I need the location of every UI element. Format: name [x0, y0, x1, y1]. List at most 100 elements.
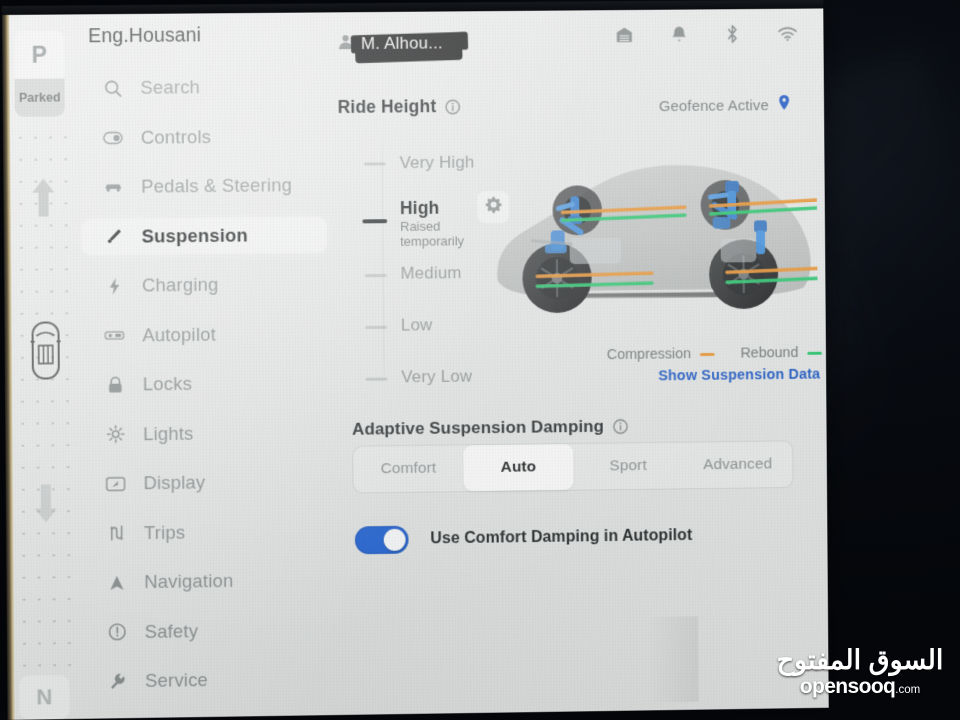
option-tick	[363, 162, 386, 166]
option-label: Low	[400, 315, 433, 335]
bluetooth-icon[interactable]	[725, 24, 740, 49]
damping-mode-advanced[interactable]: Advanced	[683, 441, 793, 488]
show-suspension-data-link[interactable]: Show Suspension Data	[658, 367, 820, 385]
ride-height-options: Very High High Raised temporarily Medium	[350, 136, 479, 386]
vehicle-touchscreen: P Parked N Eng.Housani Search Controls P…	[2, 0, 829, 720]
arrow-up-icon	[29, 176, 57, 218]
sidebar-item-display[interactable]: Display	[84, 463, 329, 502]
bolt-icon	[104, 276, 124, 296]
gear-state-label: Parked	[14, 78, 65, 117]
damping-header: Adaptive Suspension Damping	[352, 417, 629, 440]
sidebar-item-suspension[interactable]: Suspension	[81, 216, 327, 255]
sidebar-item-safety[interactable]: Safety	[85, 611, 330, 650]
sidebar-item-label: Locks	[142, 372, 193, 395]
sidebar-item-label: Pedals & Steering	[141, 174, 293, 197]
wifi-icon[interactable]	[777, 26, 798, 47]
option-sub-line1: Raised	[400, 218, 441, 234]
sidebar-item-label: Service	[145, 669, 209, 691]
sidebar-item-locks[interactable]: Locks	[83, 364, 328, 403]
sidebar-item-trips[interactable]: Trips	[84, 512, 329, 551]
info-icon[interactable]	[445, 98, 461, 114]
lock-icon	[105, 375, 125, 395]
comfort-damping-label: Use Comfort Damping in Autopilot	[430, 527, 693, 548]
sidebar-item-navigation[interactable]: Navigation	[84, 562, 329, 601]
user-profile-chip[interactable]: M. Alhou...	[337, 32, 463, 64]
damping-mode-sport[interactable]: Sport	[573, 443, 683, 490]
sidebar-item-service[interactable]: Service	[85, 660, 330, 699]
damping-mode-comfort[interactable]: Comfort	[353, 445, 463, 492]
user-name: M. Alhou...	[354, 33, 463, 64]
status-bar: M. Alhou...	[337, 23, 812, 64]
option-tick	[365, 325, 388, 329]
bell-icon[interactable]	[671, 25, 688, 48]
autopilot-icon	[104, 325, 125, 345]
sidebar-item-label: Charging	[141, 273, 219, 296]
sidebar-item-lights[interactable]: Lights	[83, 414, 328, 453]
watermark-arabic: السوق المفتوح	[776, 645, 944, 675]
sidebar-item-label: Trips	[143, 521, 186, 543]
ride-height-option-very-high[interactable]: Very High	[350, 136, 479, 172]
option-tick	[364, 273, 387, 278]
page-title: Ride Height	[337, 96, 437, 117]
ride-height-panel: Very High High Raised temporarily Medium	[338, 125, 824, 400]
sidebar-item-label: Autopilot	[142, 323, 216, 345]
search-icon	[102, 78, 122, 98]
shock-absorber-icon	[104, 226, 124, 246]
ride-height-option-high[interactable]: High Raised temporarily	[350, 136, 479, 249]
sidebar-item-charging[interactable]: Charging	[82, 266, 327, 305]
ride-height-option-very-low[interactable]: Very Low	[350, 136, 479, 386]
screen-corner-shade	[646, 616, 699, 703]
sidebar-item-controls[interactable]: Controls	[81, 118, 326, 156]
legend-label: Rebound	[740, 345, 799, 362]
watermark-suffix: .com	[895, 684, 921, 696]
display-icon	[106, 473, 126, 493]
damping-mode-segmented-control: Comfort Auto Sport Advanced	[352, 440, 794, 494]
ride-height-option-medium[interactable]: Medium	[350, 136, 479, 283]
option-sub-line2: temporarily	[400, 233, 465, 249]
profile-name: Eng.Housani	[88, 24, 202, 48]
legend-item-compression: Compression	[607, 346, 715, 363]
toggle-icon	[103, 127, 123, 147]
settings-sidebar: Eng.Housani Search Controls Pedals & Ste…	[80, 23, 330, 713]
trips-icon	[106, 523, 126, 543]
alert-circle-icon	[107, 622, 127, 642]
legend-dash-rebound	[807, 351, 823, 355]
sidebar-item-label: Display	[143, 471, 206, 494]
sidebar-item-label: Controls	[140, 125, 212, 148]
wrench-icon	[107, 671, 127, 691]
sidebar-item-search[interactable]: Search	[80, 68, 325, 106]
car-top-view-icon	[29, 319, 61, 381]
gear-indicator-park[interactable]: P	[14, 30, 65, 79]
option-label: High	[399, 197, 440, 219]
system-icon-tray	[615, 24, 798, 50]
damping-mode-auto[interactable]: Auto	[463, 444, 574, 492]
ride-height-option-low[interactable]: Low	[350, 136, 479, 335]
gear-indicator-neutral[interactable]: N	[19, 675, 70, 720]
arrow-down-icon	[32, 482, 60, 524]
option-tick-selected	[362, 219, 388, 224]
comfort-damping-toggle[interactable]	[354, 525, 409, 555]
sidebar-item-label: Safety	[144, 619, 199, 642]
watermark: السوق المفتوح opensooq.com	[770, 645, 950, 702]
option-label: Medium	[400, 263, 462, 283]
sidebar-item-pedals-steering[interactable]: Pedals & Steering	[81, 167, 326, 205]
sidebar-item-label: Search	[140, 76, 201, 98]
height-list-divider	[381, 134, 385, 386]
geofence-label: Geofence Active	[658, 96, 769, 115]
sidebar-item-autopilot[interactable]: Autopilot	[82, 315, 327, 354]
geofence-status: Geofence Active	[659, 94, 791, 117]
comfort-damping-autopilot-row: Use Comfort Damping in Autopilot	[354, 522, 693, 555]
toggle-knob	[383, 528, 406, 551]
option-label: Very Low	[401, 366, 473, 387]
garage-icon[interactable]	[615, 26, 633, 49]
option-label: Very High	[399, 152, 475, 173]
map-pin-icon	[778, 94, 791, 116]
sidebar-item-label: Suspension	[141, 224, 249, 247]
sidebar-item-label: Navigation	[144, 569, 234, 593]
legend-dash-compression	[700, 352, 715, 356]
suspension-legend: Compression Rebound	[575, 345, 823, 364]
vehicle-suspension-illustration	[485, 142, 818, 356]
info-icon[interactable]	[613, 419, 629, 435]
sun-icon	[105, 424, 125, 444]
damping-title: Adaptive Suspension Damping	[352, 416, 605, 439]
